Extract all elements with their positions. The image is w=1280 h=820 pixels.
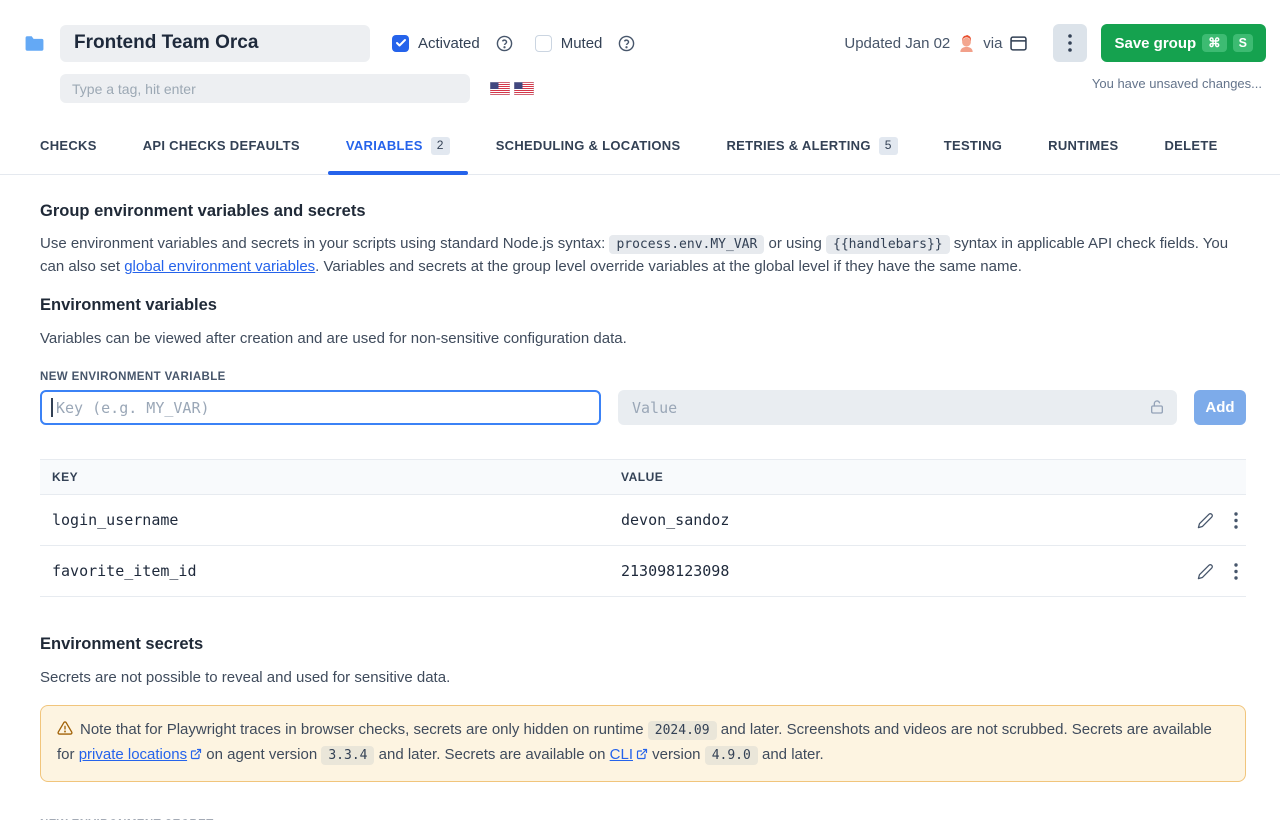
page-title: Group environment variables and secrets: [40, 202, 1246, 221]
add-variable-button[interactable]: Add: [1194, 390, 1246, 425]
warning-icon: [57, 720, 73, 736]
warning-text: Note that for Playwright traces in brows…: [57, 721, 1212, 763]
variables-table-header: KEY VALUE: [40, 459, 1246, 495]
environment-secrets-title: Environment secrets: [40, 635, 1246, 654]
variable-value: devon_sandoz: [621, 511, 1174, 529]
s-key-badge: S: [1233, 34, 1253, 53]
tab-runtimes[interactable]: RUNTIMES: [1048, 133, 1118, 174]
variable-menu-button[interactable]: [1234, 512, 1238, 529]
tab-label: DELETE: [1164, 138, 1217, 153]
environment-secrets-description: Secrets are not possible to reveal and u…: [40, 667, 1246, 690]
variable-menu-button[interactable]: [1234, 563, 1238, 580]
environment-variables-title: Environment variables: [40, 296, 1246, 315]
tab-checks[interactable]: CHECKS: [40, 133, 97, 174]
user-avatar: [958, 35, 975, 52]
tab-count-badge: 5: [879, 137, 898, 155]
muted-label: Muted: [561, 35, 603, 52]
us-flag-icon: [490, 82, 510, 95]
browser-window-icon: [1010, 36, 1027, 51]
edit-variable-button[interactable]: [1197, 563, 1214, 580]
key-column-header: KEY: [40, 470, 621, 484]
more-options-button[interactable]: [1053, 24, 1087, 62]
folder-icon: [24, 35, 60, 52]
variable-value: 213098123098: [621, 562, 1174, 580]
new-environment-variable-label: NEW ENVIRONMENT VARIABLE: [40, 371, 1246, 383]
new-variable-form: Add: [40, 390, 1246, 425]
variable-row: favorite_item_id 213098123098: [40, 546, 1246, 597]
muted-help-icon[interactable]: [618, 35, 635, 52]
edit-variable-button[interactable]: [1197, 512, 1214, 529]
tab-label: RUNTIMES: [1048, 138, 1118, 153]
environment-variables-description: Variables can be viewed after creation a…: [40, 328, 1246, 351]
save-group-label: Save group: [1114, 35, 1196, 52]
cli-link[interactable]: CLI: [610, 746, 648, 763]
tab-testing[interactable]: TESTING: [944, 133, 1002, 174]
variables-table: KEY VALUE login_username devon_sandoz fa…: [40, 459, 1246, 597]
code-chip: process.env.MY_VAR: [609, 235, 764, 254]
value-column-header: VALUE: [621, 470, 1174, 484]
tab-label: API CHECKS DEFAULTS: [143, 138, 300, 153]
tab-api-checks-defaults[interactable]: API CHECKS DEFAULTS: [143, 133, 300, 174]
tab-retries-alerting[interactable]: RETRIES & ALERTING 5: [726, 133, 897, 174]
activated-label: Activated: [418, 35, 480, 52]
tab-label: TESTING: [944, 138, 1002, 153]
variable-key: favorite_item_id: [40, 562, 621, 580]
external-link-icon: [636, 748, 648, 760]
activated-checkbox[interactable]: [392, 35, 409, 52]
unsaved-changes-text: You have unsaved changes...: [534, 76, 1266, 91]
variable-key: login_username: [40, 511, 621, 529]
tab-label: SCHEDULING & LOCATIONS: [496, 138, 681, 153]
code-chip: 2024.09: [648, 721, 717, 740]
tab-label: VARIABLES: [346, 138, 423, 153]
group-name-input[interactable]: [60, 25, 370, 62]
tab-count-badge: 2: [431, 137, 450, 155]
muted-checkbox[interactable]: [535, 35, 552, 52]
save-group-button[interactable]: Save group ⌘ S: [1101, 24, 1266, 62]
tab-scheduling-locations[interactable]: SCHEDULING & LOCATIONS: [496, 133, 681, 174]
global-environment-variables-link[interactable]: global environment variables: [124, 258, 315, 275]
updated-text: Updated Jan 02: [844, 35, 950, 52]
code-chip: 3.3.4: [321, 746, 374, 765]
cmd-key-badge: ⌘: [1202, 34, 1227, 53]
tag-flags: [490, 82, 534, 95]
unlocked-icon: [1149, 399, 1165, 420]
tab-delete[interactable]: DELETE: [1164, 133, 1217, 174]
variable-value-input[interactable]: [618, 390, 1177, 425]
via-text: via: [983, 35, 1002, 52]
external-link-icon: [190, 748, 202, 760]
variable-row: login_username devon_sandoz: [40, 495, 1246, 546]
variable-key-input[interactable]: [40, 390, 601, 425]
tab-label: RETRIES & ALERTING: [726, 138, 870, 153]
text-caret: [51, 398, 53, 417]
activated-help-icon[interactable]: [496, 35, 513, 52]
secrets-warning-banner: Note that for Playwright traces in brows…: [40, 705, 1246, 782]
tab-variables[interactable]: VARIABLES 2: [346, 133, 450, 174]
tag-input[interactable]: [60, 74, 470, 103]
us-flag-icon: [514, 82, 534, 95]
main-content: Group environment variables and secrets …: [0, 175, 1280, 820]
tab-bar: CHECKS API CHECKS DEFAULTS VARIABLES 2 S…: [0, 133, 1280, 175]
code-chip: {{handlebars}}: [826, 235, 950, 254]
code-chip: 4.9.0: [705, 746, 758, 765]
tab-label: CHECKS: [40, 138, 97, 153]
private-locations-link[interactable]: private locations: [79, 746, 202, 763]
intro-paragraph: Use environment variables and secrets in…: [40, 233, 1246, 279]
header: Activated Muted Updated Jan 02 via: [0, 0, 1280, 103]
